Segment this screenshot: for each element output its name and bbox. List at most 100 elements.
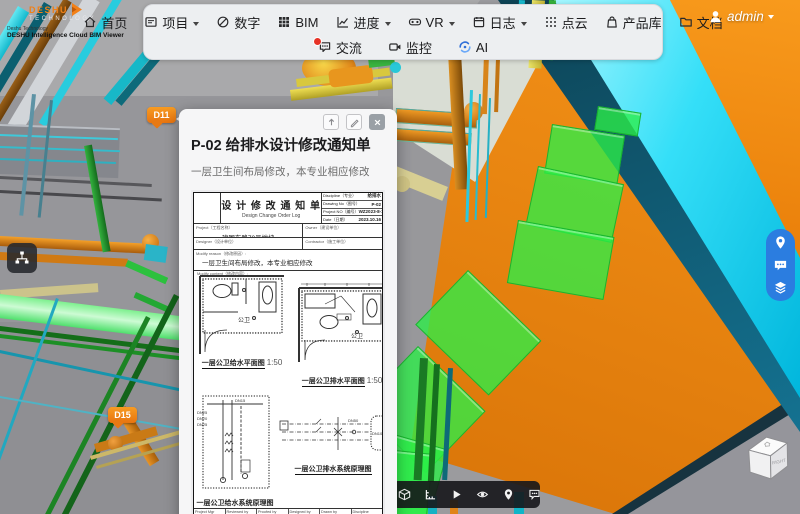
model-tree-icon <box>15 251 29 264</box>
doc-reason-row: Modify reason（修改原因）: 一层卫生间布局修改，本专业相应修改 <box>194 250 382 271</box>
document-preview[interactable]: 设 计 修 改 通 知 单 Design Change Order Log Di… <box>191 190 385 514</box>
close-icon <box>374 119 380 125</box>
model-tree-button[interactable] <box>7 243 37 273</box>
drawing-caption: 一层公卫排水系统原理图 <box>294 466 372 475</box>
nav-progress[interactable]: 进度 <box>336 13 391 32</box>
brand-line1: DESHU <box>29 4 69 15</box>
navbar-row-1: 首页 项目 数字 BIM 进度 VR 日志 点云 产品库 文档 <box>84 8 723 36</box>
visibility-eye-icon[interactable] <box>476 488 489 501</box>
doc-project-row: Project（工程名称） 建国东路70号地块 Owner（建设单位） <box>194 224 382 238</box>
nav-label: 首页 <box>101 15 128 31</box>
meta-label: Project NO（编号） <box>323 208 359 214</box>
nav-label: 点云 <box>561 15 588 31</box>
signature-cell: Proofed by <box>257 509 289 514</box>
doc-designer-row: Designer（设计单位） Contractor（施工单位） <box>194 238 382 250</box>
cube-icon[interactable] <box>398 488 411 501</box>
nav-label: 数字 <box>234 15 261 31</box>
chevron-down-icon <box>193 22 200 29</box>
user-name: admin <box>727 9 764 24</box>
nav-bim[interactable]: BIM <box>277 15 319 30</box>
top-navbar: 首页 项目 数字 BIM 进度 VR 日志 点云 产品库 文档 交流 监控 AI <box>84 4 723 60</box>
brand-sub2: DESHU Intelligence Cloud BIM Viewer <box>7 32 124 39</box>
room-label: 公卫 <box>238 317 250 324</box>
nav-label: 进度 <box>353 15 380 31</box>
meta-label: Date（日期） <box>323 216 348 222</box>
field-label: Modify reason（修改原因）: <box>196 251 247 256</box>
doc-title-cn: 设 计 修 改 通 知 单 <box>221 201 321 212</box>
room-label: 公卫 <box>351 333 363 340</box>
ai-swirl-icon <box>459 41 471 53</box>
doc-logo-cell <box>194 193 222 223</box>
panel-actions <box>191 114 385 131</box>
locate-pin-icon[interactable] <box>773 235 788 250</box>
meta-value: 给排水 <box>367 193 382 199</box>
nav-product-library[interactable]: 产品库 <box>605 13 662 32</box>
panel-subtitle: 一层卫生间布局修改，本专业相应修改 <box>191 166 370 178</box>
pipe-size-label: DN25 <box>197 410 208 415</box>
comment-bubble-icon[interactable] <box>528 488 541 501</box>
nav-ai[interactable]: AI <box>458 40 488 55</box>
bim-grid-icon <box>279 17 290 27</box>
navbar-row-2: 交流 监控 AI <box>144 36 662 58</box>
nav-label: 交流 <box>335 40 362 56</box>
design-change-order-document: 设 计 修 改 通 知 单 Design Change Order Log Di… <box>193 192 383 514</box>
nav-project[interactable]: 项目 <box>144 13 200 32</box>
chevron-down-icon <box>384 22 391 29</box>
user-avatar-icon <box>710 11 721 23</box>
nav-monitor[interactable]: 监控 <box>388 38 432 57</box>
drawing-caption: 一层公卫排水平面图 1:50 <box>301 376 382 387</box>
view-cube[interactable]: RIGHT <box>742 432 796 495</box>
log-calendar-icon <box>473 17 484 28</box>
marker-label: D15 <box>114 410 131 420</box>
drainage-plan-drawing: 公卫 <box>298 283 382 362</box>
document-folder-icon <box>679 17 692 27</box>
nav-log[interactable]: 日志 <box>472 13 527 32</box>
vr-goggles-icon <box>408 18 421 26</box>
doc-meta-table: Discipline（专业） 给排水 Drawing No（图号） P-02 Pro… <box>321 193 382 223</box>
issue-marker-d15[interactable]: D15 <box>108 407 137 423</box>
nav-pointcloud[interactable]: 点云 <box>544 13 588 32</box>
app-window: DESHU TECHNOLOGY Deshu Technology DESHU … <box>0 0 800 514</box>
measure-ruler-icon[interactable] <box>424 488 437 501</box>
signature-cell: Project Mgr <box>194 509 226 514</box>
water-supply-schematic-drawing: DN25 DN20 DN25 DN15 <box>197 395 270 489</box>
nav-label: 产品库 <box>622 15 662 31</box>
edit-button[interactable] <box>346 114 362 130</box>
nav-chat[interactable]: 交流 <box>312 37 362 57</box>
chevron-down-icon <box>520 22 527 29</box>
notification-badge <box>312 37 322 46</box>
doc-title-cell: 设 计 修 改 通 知 单 Design Change Order Log <box>221 193 321 223</box>
location-pin-icon[interactable] <box>502 488 515 501</box>
reason-text: 一层卫生间布局修改，本专业相应修改 <box>202 260 313 267</box>
play-icon[interactable] <box>450 488 463 501</box>
signature-cell: Drawn by <box>320 509 352 514</box>
doc-header: 设 计 修 改 通 知 单 Design Change Order Log Di… <box>194 193 382 224</box>
nav-label: AI <box>475 39 489 55</box>
field-label: Contractor（施工单位） <box>305 239 349 244</box>
signature-table: Project Mgr Reviewed by Proofed by Desig… <box>194 508 382 514</box>
chevron-down-icon <box>767 15 774 22</box>
meta-value: WZ2023-8-10 <box>358 209 382 215</box>
nav-vr[interactable]: VR <box>408 15 455 30</box>
monitor-camera-icon <box>389 43 401 51</box>
meta-value: 2023.10.16 <box>358 217 381 223</box>
bottom-toolbar <box>388 481 540 508</box>
pipe-size-label: DN25 <box>197 422 208 427</box>
chat-icon-wrap <box>312 37 332 54</box>
doc-title-en: Design Change Order Log <box>241 213 301 219</box>
bim-3d-viewport[interactable] <box>0 0 800 514</box>
panel-title: P-02 给排水设计修改通知单 <box>191 138 371 154</box>
nav-label: 日志 <box>489 15 516 31</box>
nav-digital[interactable]: 数字 <box>216 13 260 32</box>
layers-icon[interactable] <box>773 280 788 295</box>
nav-home[interactable]: 首页 <box>83 13 127 32</box>
upload-icon <box>328 118 334 125</box>
user-menu[interactable]: admin <box>708 9 774 24</box>
signature-cell: Reviewed by <box>226 509 257 514</box>
chevron-down-icon <box>448 22 455 29</box>
close-button[interactable] <box>369 114 385 130</box>
comment-icon[interactable] <box>773 258 788 273</box>
upload-button[interactable] <box>323 114 339 130</box>
meta-label: Drawing No（图号） <box>323 201 360 207</box>
field-label: Owner（建设单位） <box>305 225 342 230</box>
